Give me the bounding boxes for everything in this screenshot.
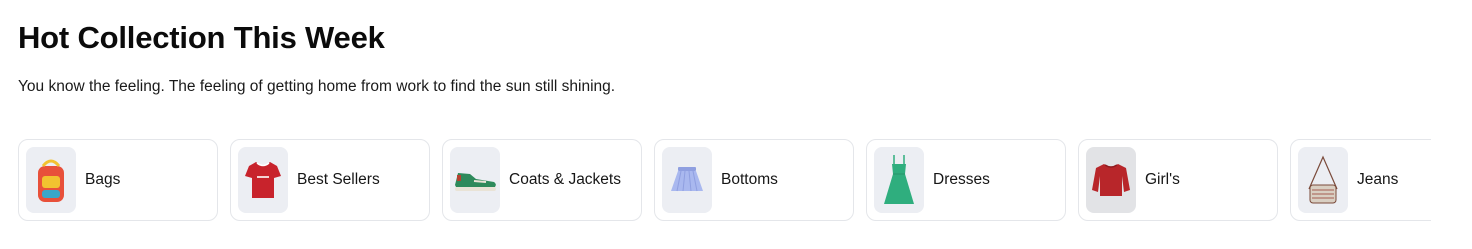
section-title: Hot Collection This Week — [18, 20, 385, 55]
dress-icon — [884, 155, 914, 204]
category-carousel: Bags Best Sellers Coats & Jackets Bottom… — [18, 139, 1431, 223]
category-thumb — [238, 147, 288, 213]
category-thumb — [1298, 147, 1348, 213]
hot-collection-section: Hot Collection This Week You know the fe… — [0, 0, 1472, 249]
sweater-icon — [1092, 164, 1130, 196]
category-card-best-sellers[interactable]: Best Sellers — [230, 139, 430, 221]
category-thumb — [874, 147, 924, 213]
category-card-dresses[interactable]: Dresses — [866, 139, 1066, 221]
category-label: Bags — [85, 171, 121, 188]
category-label: Dresses — [933, 171, 990, 188]
category-track: Bags Best Sellers Coats & Jackets Bottom… — [18, 139, 1431, 221]
section-subtitle: You know the feeling. The feeling of get… — [18, 78, 616, 95]
category-label: Bottoms — [721, 171, 778, 188]
category-card-coats-jackets[interactable]: Coats & Jackets — [442, 139, 642, 221]
category-thumb — [662, 147, 712, 213]
category-card-bags[interactable]: Bags — [18, 139, 218, 221]
category-label: Jeans — [1357, 171, 1399, 188]
category-label: Girl's — [1145, 171, 1180, 188]
category-label: Best Sellers — [297, 171, 380, 188]
sneaker-icon — [455, 173, 496, 191]
category-card-jeans[interactable]: Jeans — [1290, 139, 1431, 221]
category-card-bottoms[interactable]: Bottoms — [654, 139, 854, 221]
category-label: Coats & Jackets — [509, 171, 621, 188]
tshirt-icon — [245, 162, 281, 198]
category-thumb — [450, 147, 500, 213]
category-thumb — [1086, 147, 1136, 213]
skirt-icon — [671, 167, 703, 192]
backpack-icon — [38, 159, 64, 202]
category-thumb — [26, 147, 76, 213]
category-card-girls[interactable]: Girl's — [1078, 139, 1278, 221]
crossbody-bag-icon — [1308, 155, 1338, 204]
